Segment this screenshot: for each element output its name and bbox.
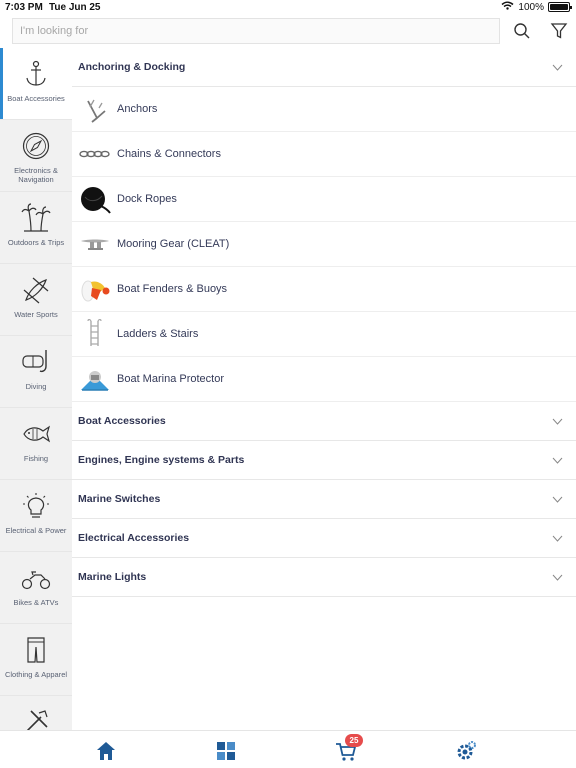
- status-date: Tue Jun 25: [49, 2, 101, 13]
- subcategory-label: Dock Ropes: [117, 193, 177, 205]
- categories-icon[interactable]: [212, 737, 240, 765]
- battery-icon: [548, 2, 572, 12]
- ladder-image: [78, 317, 112, 351]
- battery-percent: 100%: [518, 1, 544, 13]
- tools-icon: [26, 710, 48, 730]
- chevron-down-icon: [552, 535, 563, 542]
- rope-image: [78, 182, 112, 216]
- subcategory-boat-marina-protector[interactable]: Boat Marina Protector: [72, 357, 576, 402]
- subcategory-mooring-gear[interactable]: Mooring Gear (CLEAT): [72, 222, 576, 267]
- category-boat-accessories[interactable]: Boat Accessories: [72, 402, 576, 441]
- category-label: Anchoring & Docking: [78, 61, 186, 73]
- subcategory-label: Ladders & Stairs: [117, 328, 199, 340]
- sidebar-item-bikes-atvs[interactable]: Bikes & ATVs: [0, 552, 72, 624]
- apparel-icon: [27, 637, 45, 663]
- subcategory-label: Boat Marina Protector: [117, 373, 224, 385]
- chain-image: [78, 137, 112, 171]
- category-label: Engines, Engine systems & Parts: [78, 454, 245, 466]
- sidebar-item-fishing[interactable]: Fishing: [0, 408, 72, 480]
- cart-count-badge: 25: [345, 734, 363, 747]
- sidebar-item-electronics-navigation[interactable]: Electronics & Navigation: [0, 120, 72, 192]
- category-anchoring-docking[interactable]: Anchoring & Docking: [72, 48, 576, 87]
- chevron-down-icon: [552, 574, 563, 581]
- chevron-down-icon: [552, 457, 563, 464]
- status-time: 7:03 PM: [5, 2, 43, 13]
- kayak-icon: [23, 277, 49, 304]
- category-list: Anchoring & Docking Anchors Chains & Con…: [72, 48, 576, 730]
- category-sidebar: Boat Accessories Electronics & Navigatio…: [0, 48, 72, 730]
- top-bar: I'm looking for: [0, 16, 576, 48]
- subcategory-label: Boat Fenders & Buoys: [117, 283, 228, 295]
- cleat-image: [78, 227, 112, 261]
- compass-icon: [22, 132, 50, 160]
- sidebar-item-label: Water Sports: [14, 310, 58, 319]
- search-input[interactable]: I'm looking for: [12, 18, 500, 44]
- sidebar-item-label: Outdoors & Trips: [7, 238, 65, 247]
- sidebar-item-label: Diving: [25, 382, 47, 391]
- fish-icon: [23, 425, 51, 443]
- category-engines[interactable]: Engines, Engine systems & Parts: [72, 441, 576, 480]
- subcategory-boat-fenders-buoys[interactable]: Boat Fenders & Buoys: [72, 267, 576, 312]
- fender-image: [78, 272, 112, 306]
- chevron-down-icon: [552, 64, 563, 71]
- subcategory-label: Mooring Gear (CLEAT): [117, 238, 230, 250]
- sidebar-item-label: Electronics & Navigation: [14, 166, 58, 184]
- anchor-icon: [26, 60, 46, 86]
- category-label: Marine Lights: [78, 571, 147, 583]
- marina-protector-image: [78, 362, 112, 396]
- status-bar: 7:03 PM Tue Jun 25 100%: [0, 0, 576, 16]
- sidebar-item-clothing-apparel[interactable]: Clothing & Apparel: [0, 624, 72, 696]
- palm-trees-icon: [21, 203, 51, 232]
- sidebar-item-electrical-power[interactable]: Electrical & Power: [0, 480, 72, 552]
- wifi-icon: [501, 1, 514, 13]
- anchor-image: [78, 92, 112, 126]
- home-icon[interactable]: [92, 737, 120, 765]
- search-icon[interactable]: [511, 20, 533, 42]
- sidebar-item-boat-accessories[interactable]: Boat Accessories: [0, 48, 72, 120]
- subcategory-dock-ropes[interactable]: Dock Ropes: [72, 177, 576, 222]
- sidebar-item-label: Boat Accessories: [7, 94, 65, 103]
- sidebar-item-label: Fishing: [23, 454, 49, 463]
- category-marine-switches[interactable]: Marine Switches: [72, 480, 576, 519]
- subcategory-label: Anchors: [117, 103, 158, 115]
- category-marine-lights[interactable]: Marine Lights: [72, 558, 576, 597]
- sidebar-item-water-sports[interactable]: Water Sports: [0, 264, 72, 336]
- atv-icon: [21, 571, 51, 590]
- subcategory-anchors[interactable]: Anchors: [72, 87, 576, 132]
- subcategory-label: Chains & Connectors: [117, 148, 221, 160]
- chevron-down-icon: [552, 496, 563, 503]
- sidebar-item-diving[interactable]: Diving: [0, 336, 72, 408]
- subcategory-ladders-stairs[interactable]: Ladders & Stairs: [72, 312, 576, 357]
- category-label: Boat Accessories: [78, 415, 166, 427]
- subcategory-chains-connectors[interactable]: Chains & Connectors: [72, 132, 576, 177]
- status-right: 100%: [501, 1, 572, 13]
- filter-icon[interactable]: [548, 20, 570, 42]
- settings-icon[interactable]: [452, 737, 480, 765]
- bottom-tab-bar: 25: [0, 730, 576, 768]
- lightbulb-icon: [23, 493, 49, 518]
- sidebar-item-tools[interactable]: [0, 696, 72, 730]
- sidebar-item-label: Electrical & Power: [5, 526, 67, 535]
- chevron-down-icon: [552, 418, 563, 425]
- sidebar-item-label: Clothing & Apparel: [4, 670, 68, 679]
- sidebar-item-label: Bikes & ATVs: [13, 598, 59, 607]
- cart-button[interactable]: 25: [332, 734, 363, 765]
- category-label: Electrical Accessories: [78, 532, 190, 544]
- category-label: Marine Switches: [78, 493, 161, 505]
- category-electrical-accessories[interactable]: Electrical Accessories: [72, 519, 576, 558]
- dive-mask-icon: [22, 350, 47, 373]
- sidebar-item-outdoors-trips[interactable]: Outdoors & Trips: [0, 192, 72, 264]
